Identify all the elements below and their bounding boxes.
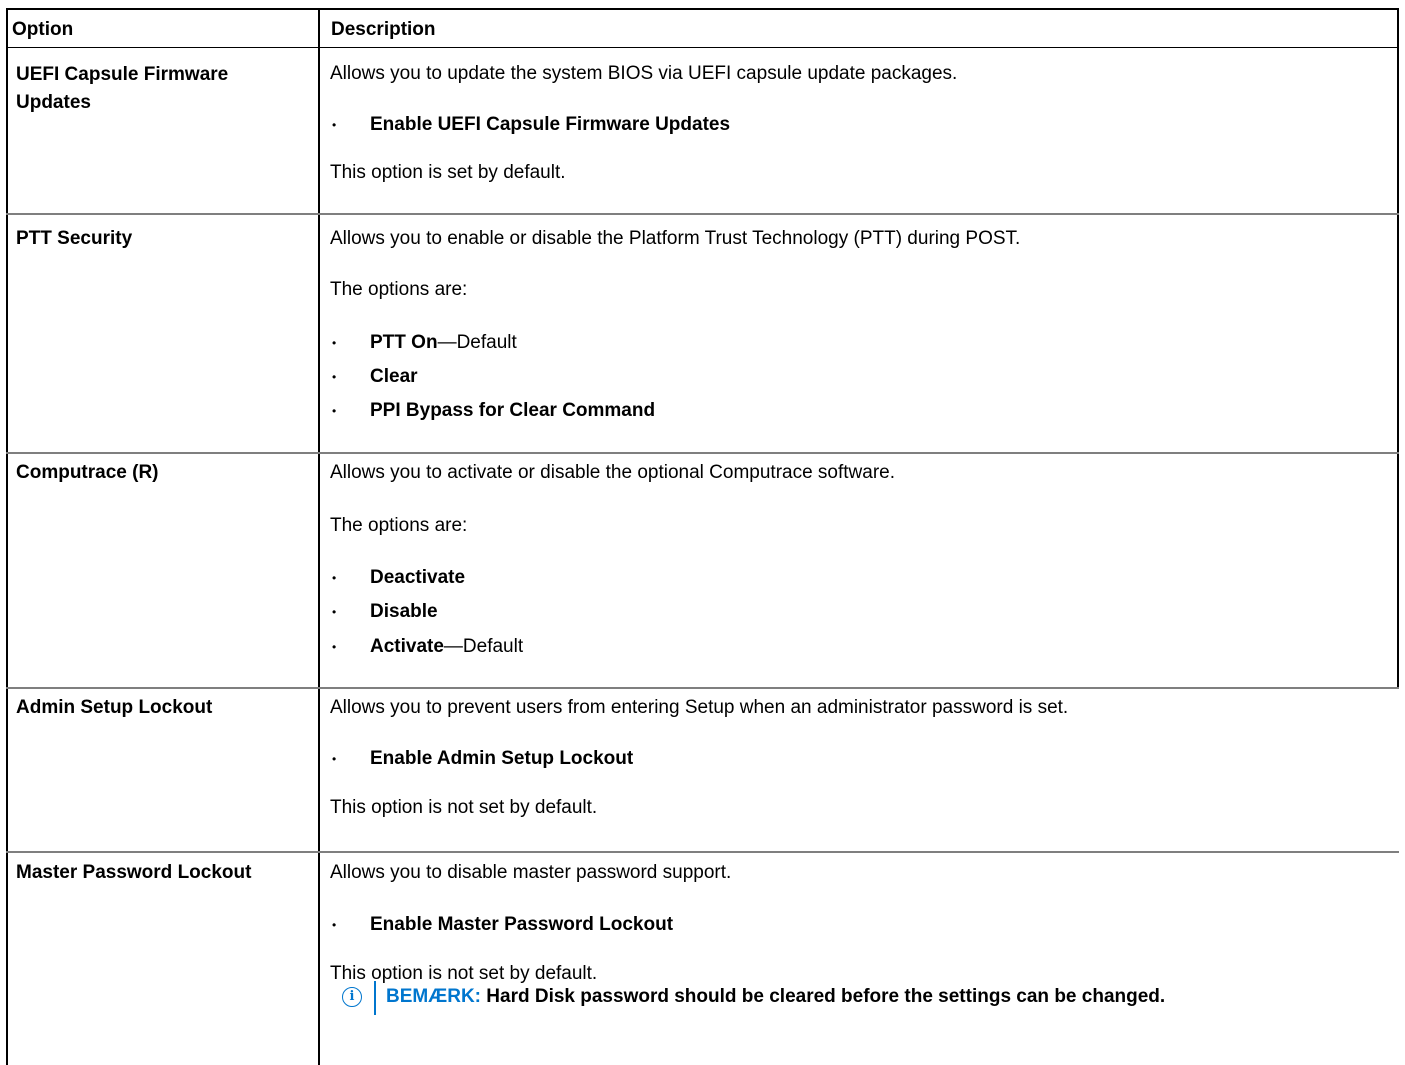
option-uefi-capsule: UEFI Capsule Firmware Updates (16, 64, 229, 113)
option-value: Enable UEFI Capsule Firmware Updates (370, 114, 731, 135)
bios-options-table: Option Description UEFI Capsule Firmware… (6, 8, 1399, 1065)
header-description: Description (331, 19, 436, 40)
note-callout: i BEMÆRK: Hard Disk password should be c… (342, 981, 1342, 1015)
note-accent-bar (374, 981, 376, 1015)
row-divider (6, 213, 1399, 215)
option-default: —Default (437, 332, 517, 353)
note-text: BEMÆRK: Hard Disk password should be cle… (386, 983, 1165, 1011)
bullet-dot: • (332, 404, 337, 418)
row-description: Allows you to activate or disable the op… (330, 462, 896, 483)
row-description: Allows you to disable master password su… (330, 862, 732, 883)
bullet-dot: • (332, 370, 337, 384)
option-computrace: Computrace (R) (16, 462, 159, 483)
option-value: Enable Master Password Lockout (370, 914, 674, 935)
row-default-text: This option is set by default. (330, 162, 566, 183)
bullet-dot: • (332, 640, 337, 654)
option-master-password-lockout: Master Password Lockout (16, 862, 252, 883)
bullet-dot: • (332, 752, 337, 766)
left-border (6, 8, 8, 1065)
option-default: —Default (443, 636, 524, 657)
column-divider (318, 8, 320, 1065)
option-value: Activate (370, 636, 444, 657)
option-value: Clear (370, 366, 418, 387)
row-default-text: This option is not set by default. (330, 797, 598, 818)
option-ptt-security: PTT Security (16, 228, 133, 249)
info-icon: i (342, 987, 362, 1007)
bullet-dot: • (332, 118, 337, 132)
row-divider (6, 452, 1399, 454)
row-description: Allows you to prevent users from enterin… (330, 697, 1069, 718)
row-description: Allows you to update the system BIOS via… (330, 63, 958, 84)
option-value: PPI Bypass for Clear Command (370, 400, 656, 421)
table-header: Option Description (6, 8, 1399, 48)
row-description: Allows you to enable or disable the Plat… (330, 228, 1021, 249)
header-option: Option (12, 19, 74, 40)
row-options-intro: The options are: (330, 515, 468, 536)
row-divider (6, 687, 1399, 689)
option-value: PTT On (370, 332, 438, 353)
bullet-dot: • (332, 571, 337, 585)
row-divider (6, 851, 1399, 853)
bullet-dot: • (332, 336, 337, 350)
bullet-dot: • (332, 605, 337, 619)
option-admin-setup-lockout: Admin Setup Lockout (16, 697, 213, 718)
right-border (1397, 8, 1399, 688)
option-value: Disable (370, 601, 438, 622)
note-label: BEMÆRK: (386, 986, 481, 1007)
option-value: Deactivate (370, 567, 466, 588)
bullet-dot: • (332, 918, 337, 932)
note-message: Hard Disk password should be cleared bef… (481, 986, 1166, 1007)
option-value: Enable Admin Setup Lockout (370, 748, 634, 769)
row-options-intro: The options are: (330, 279, 468, 300)
